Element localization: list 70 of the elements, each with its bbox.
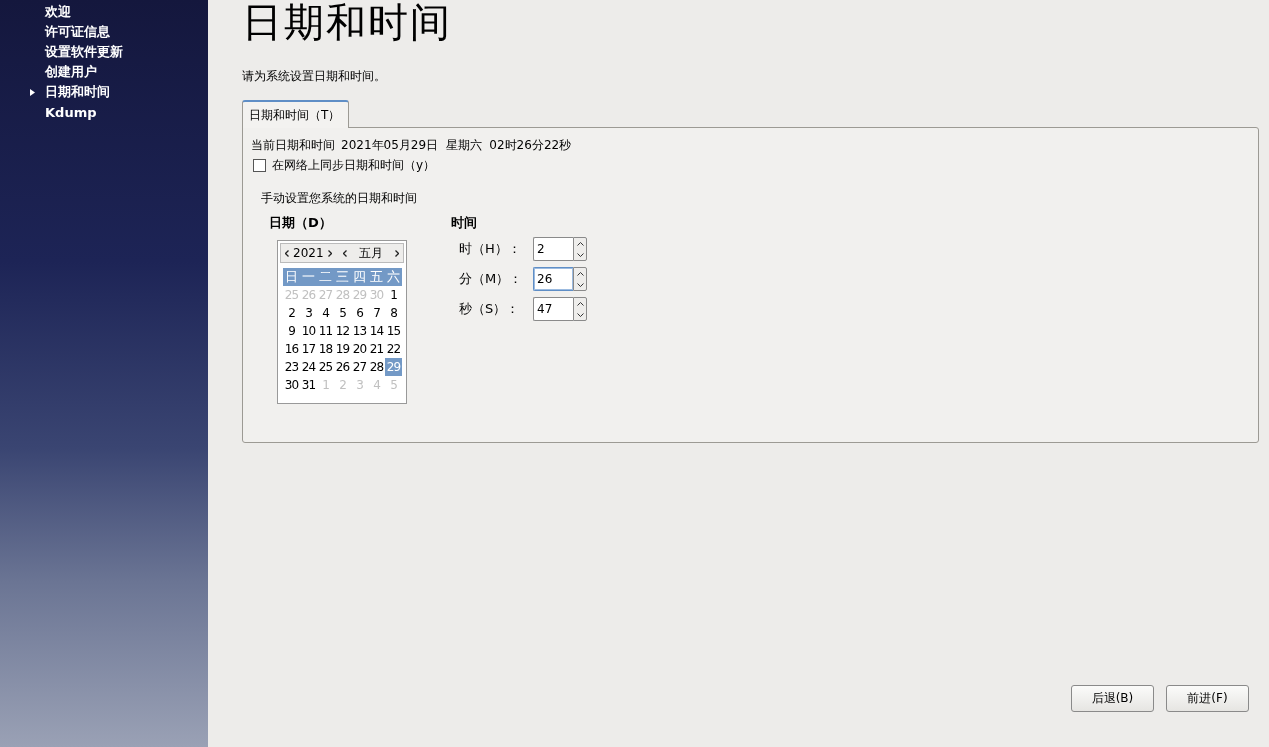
spin-buttons[interactable]: [573, 267, 587, 291]
spin-buttons[interactable]: [573, 237, 587, 261]
calendar-day[interactable]: 8: [385, 304, 402, 322]
calendar-day[interactable]: 10: [300, 322, 317, 340]
calendar-day[interactable]: 15: [385, 322, 402, 340]
chevron-right-icon[interactable]: [395, 249, 399, 257]
calendar-day[interactable]: 21: [368, 340, 385, 358]
calendar-day[interactable]: 30: [283, 376, 300, 394]
calendar-day[interactable]: 18: [317, 340, 334, 358]
weekday-header: 六: [385, 268, 402, 286]
calendar-day[interactable]: 4: [317, 304, 334, 322]
calendar-day[interactable]: 6: [351, 304, 368, 322]
weekday-header: 一: [300, 268, 317, 286]
chevron-left-icon[interactable]: [343, 249, 348, 257]
sidebar-item[interactable]: 设置软件更新: [45, 43, 123, 61]
sync-label[interactable]: 在网络上同步日期和时间（y）: [272, 156, 436, 174]
tab[interactable]: 日期和时间（T）: [242, 100, 350, 128]
calendar-day[interactable]: 13: [351, 322, 368, 340]
sidebar-item[interactable]: 许可证信息: [45, 23, 110, 41]
chevron-right-icon[interactable]: [327, 249, 332, 257]
spin-field[interactable]: 2: [533, 237, 573, 261]
time-field-label: 时（H）：: [459, 240, 522, 258]
page-title: 日期和时间: [242, 0, 453, 47]
spin-field[interactable]: 26: [533, 267, 573, 291]
calendar-day[interactable]: 3: [300, 304, 317, 322]
time-field-label: 分（M）：: [459, 270, 524, 288]
calendar-month: 五月: [359, 244, 384, 262]
calendar-day[interactable]: 22: [385, 340, 402, 358]
time-heading: 时间: [451, 214, 478, 232]
calendar-day[interactable]: 1: [385, 286, 402, 304]
calendar-day[interactable]: 20: [351, 340, 368, 358]
calendar-day[interactable]: 16: [283, 340, 300, 358]
sidebar-item[interactable]: 创建用户: [45, 63, 97, 81]
time-field-label: 秒（S）：: [459, 300, 521, 318]
calendar-day[interactable]: 28: [368, 358, 385, 376]
calendar-day[interactable]: 26: [334, 358, 351, 376]
calendar-day[interactable]: 7: [368, 304, 385, 322]
sync-checkbox[interactable]: [253, 158, 266, 172]
calendar-year: 2021: [293, 246, 324, 260]
sidebar-item[interactable]: 日期和时间: [45, 83, 110, 101]
weekday-header: 三: [334, 268, 351, 286]
calendar-day[interactable]: 19: [334, 340, 351, 358]
calendar-day[interactable]: 31: [300, 376, 317, 394]
weekday-header: 五: [368, 268, 385, 286]
calendar-day[interactable]: 11: [317, 322, 334, 340]
calendar-day[interactable]: 2: [283, 304, 300, 322]
weekday-header: 日: [283, 268, 300, 286]
nav-button[interactable]: 前进(F): [1166, 685, 1249, 712]
manual-label: 手动设置您系统的日期和时间: [261, 190, 418, 207]
spin-buttons[interactable]: [573, 297, 587, 321]
calendar-day[interactable]: 25: [317, 358, 334, 376]
chevron-left-icon[interactable]: [285, 249, 289, 257]
current-label: 当前日期和时间: [251, 136, 335, 154]
weekday-header: 二: [317, 268, 334, 286]
calendar-day[interactable]: 23: [283, 358, 300, 376]
calendar-day[interactable]: 24: [300, 358, 317, 376]
weekday-header: 四: [351, 268, 368, 286]
sidebar-item[interactable]: Kdump: [45, 104, 97, 120]
spin-field[interactable]: 47: [533, 297, 573, 321]
calendar-day[interactable]: 5: [334, 304, 351, 322]
current-datetime: 2021年05月29日 星期六 02时26分22秒: [341, 136, 572, 154]
calendar-day[interactable]: 14: [368, 322, 385, 340]
nav-button[interactable]: 后退(B): [1071, 685, 1154, 712]
sidebar-item[interactable]: 欢迎: [45, 3, 71, 21]
calendar-day[interactable]: 17: [300, 340, 317, 358]
calendar-day[interactable]: 12: [334, 322, 351, 340]
calendar-day[interactable]: 27: [351, 358, 368, 376]
page-subtitle: 请为系统设置日期和时间。: [242, 68, 387, 85]
date-heading: 日期（D）: [269, 214, 333, 232]
calendar-day[interactable]: 9: [283, 322, 300, 340]
